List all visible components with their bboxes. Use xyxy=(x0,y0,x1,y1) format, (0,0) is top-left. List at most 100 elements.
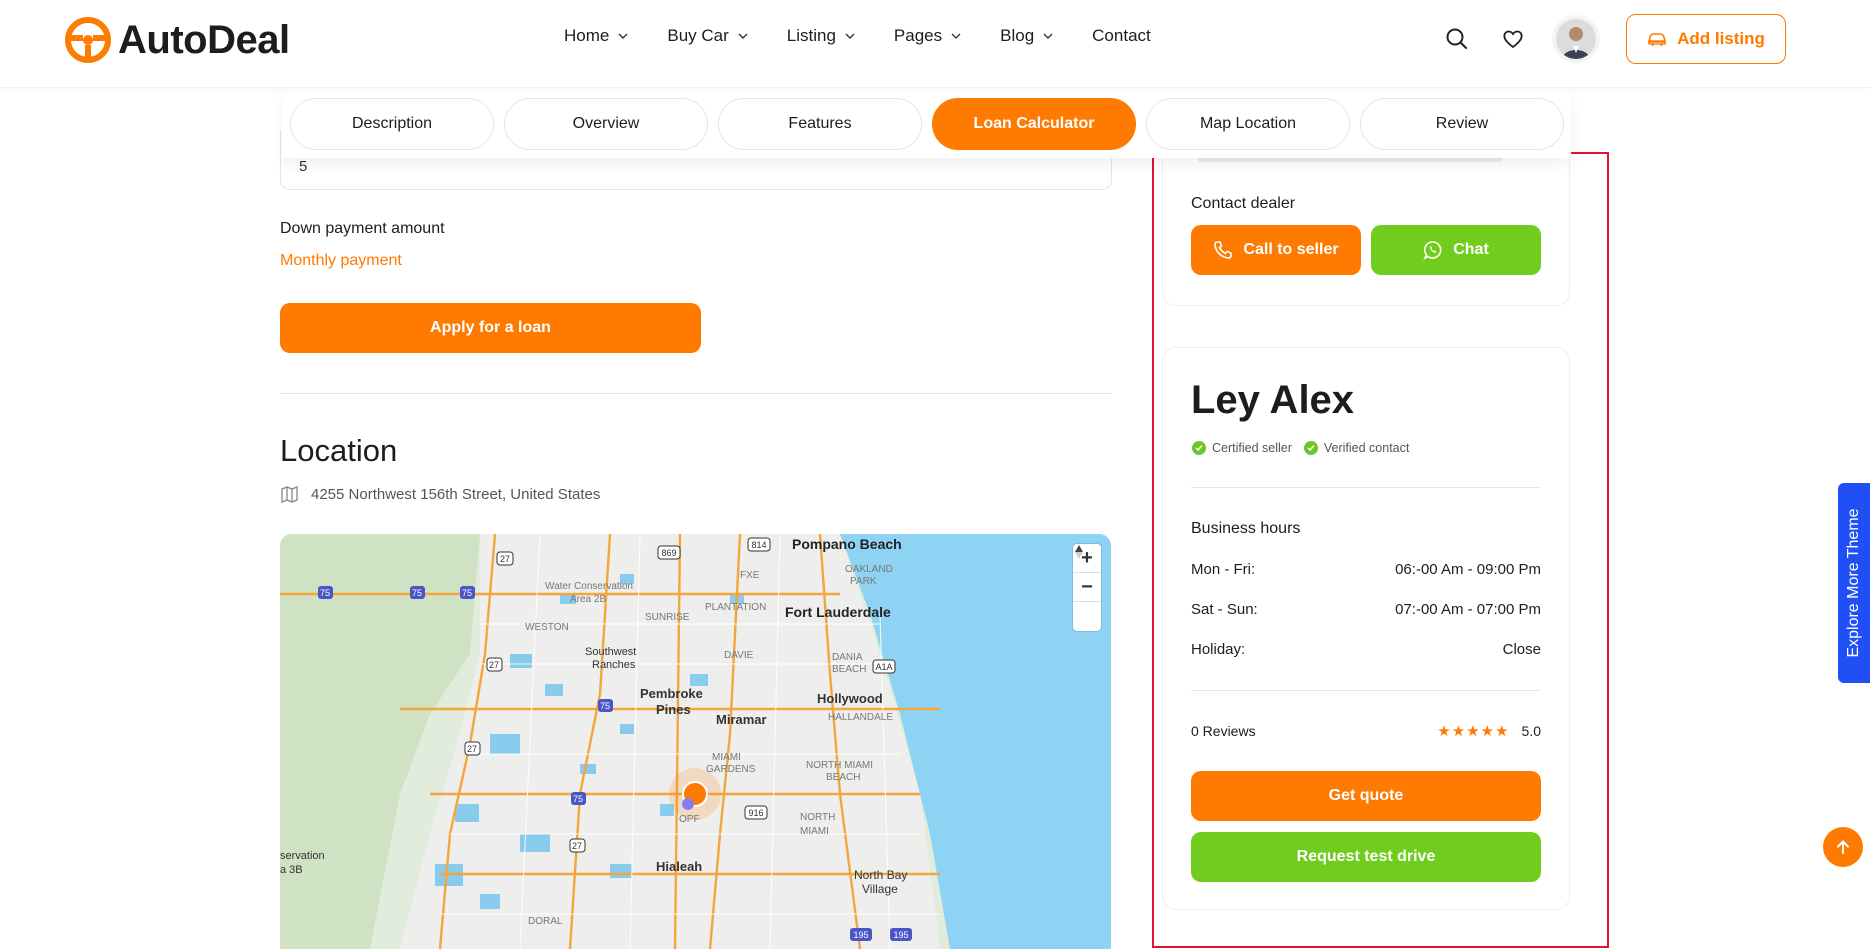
map-label: North Bay xyxy=(854,868,908,882)
map-label: PLANTATION xyxy=(705,602,767,613)
tab-review[interactable]: Review xyxy=(1360,97,1564,150)
svg-text:195: 195 xyxy=(893,930,908,940)
map-label: Area 2B xyxy=(570,594,607,605)
nav-pages[interactable]: Pages xyxy=(894,26,962,46)
hours-time: 06:-00 Am - 09:00 Pm xyxy=(1395,561,1541,578)
chat-label: Chat xyxy=(1453,241,1489,258)
nav-contact[interactable]: Contact xyxy=(1092,26,1151,46)
nav-label: Home xyxy=(564,26,610,45)
location-address: 4255 Northwest 156th Street, United Stat… xyxy=(280,485,600,504)
search-icon[interactable] xyxy=(1444,26,1470,52)
svg-text:75: 75 xyxy=(412,588,422,598)
compass-icon xyxy=(1075,545,1083,559)
map-label: MIAMI xyxy=(712,752,741,763)
map-label: GARDENS xyxy=(706,764,756,775)
nav-label: Pages xyxy=(893,26,943,45)
nav-label: Contact xyxy=(1092,26,1151,45)
add-listing-button[interactable]: Add listing xyxy=(1626,14,1786,64)
map-label: FXE xyxy=(740,570,760,581)
back-to-top-button[interactable] xyxy=(1823,827,1863,867)
chevron-down-icon xyxy=(738,33,748,39)
map-label: Pompano Beach xyxy=(792,536,902,552)
tab-description[interactable]: Description xyxy=(290,97,494,150)
svg-text:75: 75 xyxy=(573,794,583,804)
nav-label: Blog xyxy=(1000,26,1035,45)
map-label: PARK xyxy=(850,576,877,587)
tab-features[interactable]: Features xyxy=(718,97,922,150)
map-label: Ranches xyxy=(592,659,636,671)
divider xyxy=(280,393,1112,394)
tab-overview[interactable]: Overview xyxy=(504,97,708,150)
map-label: Hollywood xyxy=(817,691,883,706)
nav-label: Buy Car xyxy=(667,26,729,45)
chevron-down-icon xyxy=(845,33,855,39)
map-label: Miramar xyxy=(716,712,767,727)
get-quote-button[interactable]: Get quote xyxy=(1191,771,1541,821)
check-icon xyxy=(1303,441,1318,455)
certified-badge: Certified seller xyxy=(1192,441,1292,455)
explore-more-theme-tab[interactable]: Explore More Theme xyxy=(1838,483,1870,683)
avatar[interactable] xyxy=(1556,19,1596,59)
badge-label: Certified seller xyxy=(1212,441,1292,455)
location-map[interactable]: 27 869 814 75 75 75 27 75 27 75 27 916 A… xyxy=(280,534,1111,949)
svg-text:75: 75 xyxy=(600,701,610,711)
nav-label: Listing xyxy=(786,26,836,45)
car-icon xyxy=(1648,33,1667,46)
header-actions: Add listing xyxy=(1444,14,1786,64)
contact-dealer-title: Contact dealer xyxy=(1191,195,1296,212)
nav-home[interactable]: Home xyxy=(564,26,629,46)
reviews-count[interactable]: 0 Reviews xyxy=(1191,723,1256,739)
star-rating-icon: ★★★★★ xyxy=(1437,723,1510,740)
hours-day: Holiday: xyxy=(1191,641,1246,658)
map-label: Water Conservation xyxy=(545,581,633,592)
hours-time: 07:-00 Am - 07:00 Pm xyxy=(1395,601,1541,618)
apply-loan-button[interactable]: Apply for a loan xyxy=(280,303,701,353)
map-zoom-controls: + − xyxy=(1073,544,1101,631)
map-label: DANIA xyxy=(832,652,863,663)
nav-buy-car[interactable]: Buy Car xyxy=(667,26,748,46)
map-label: a 3B xyxy=(280,864,303,876)
call-seller-button[interactable]: Call to seller xyxy=(1191,225,1361,275)
verified-badge: Verified contact xyxy=(1303,441,1410,455)
tab-loan-calculator[interactable]: Loan Calculator xyxy=(932,97,1136,150)
map-label: WESTON xyxy=(525,622,569,633)
address-text: 4255 Northwest 156th Street, United Stat… xyxy=(311,486,601,503)
seller-badges: Certified seller Verified contact xyxy=(1192,441,1409,455)
map-label: Village xyxy=(862,882,898,896)
request-test-drive-button[interactable]: Request test drive xyxy=(1191,832,1541,882)
map-label: NORTH MIAMI xyxy=(806,760,874,771)
seller-card xyxy=(1162,347,1570,910)
explore-label: Explore More Theme xyxy=(1845,508,1862,658)
map-label: BEACH xyxy=(826,772,861,783)
reset-bearing-button[interactable] xyxy=(1073,545,1101,631)
map-label: NORTH xyxy=(800,812,836,823)
svg-text:195: 195 xyxy=(853,930,868,940)
nav-listing[interactable]: Listing xyxy=(787,26,856,46)
svg-text:814: 814 xyxy=(751,540,766,550)
zoom-out-button[interactable]: − xyxy=(1073,573,1101,602)
rating-value: 5.0 xyxy=(1521,723,1541,739)
svg-text:27: 27 xyxy=(467,744,477,754)
map-label: servation xyxy=(280,850,325,862)
badge-label: Verified contact xyxy=(1323,441,1410,455)
map-label: DAVIE xyxy=(724,650,754,661)
nav-blog[interactable]: Blog xyxy=(1000,26,1054,46)
whatsapp-icon xyxy=(1423,241,1442,260)
steering-wheel-icon xyxy=(65,17,111,63)
logo[interactable]: AutoDeal xyxy=(64,16,290,64)
heart-icon[interactable] xyxy=(1500,26,1526,52)
map-label: SUNRISE xyxy=(645,612,690,623)
map-label: Fort Lauderdale xyxy=(785,604,891,620)
tab-map-location[interactable]: Map Location xyxy=(1146,97,1350,150)
add-listing-label: Add listing xyxy=(1677,29,1765,48)
hours-day: Sat - Sun: xyxy=(1191,601,1258,618)
divider xyxy=(1191,487,1541,488)
chat-button[interactable]: Chat xyxy=(1371,225,1541,275)
svg-text:27: 27 xyxy=(572,841,582,851)
business-hours-title: Business hours xyxy=(1191,520,1301,537)
svg-text:916: 916 xyxy=(748,808,763,818)
arrow-up-icon xyxy=(1837,840,1849,854)
chevron-down-icon xyxy=(1043,33,1053,39)
phone-icon xyxy=(1214,241,1233,259)
site-header: AutoDeal Home Buy Car Listing Pages Blog… xyxy=(0,0,1870,88)
